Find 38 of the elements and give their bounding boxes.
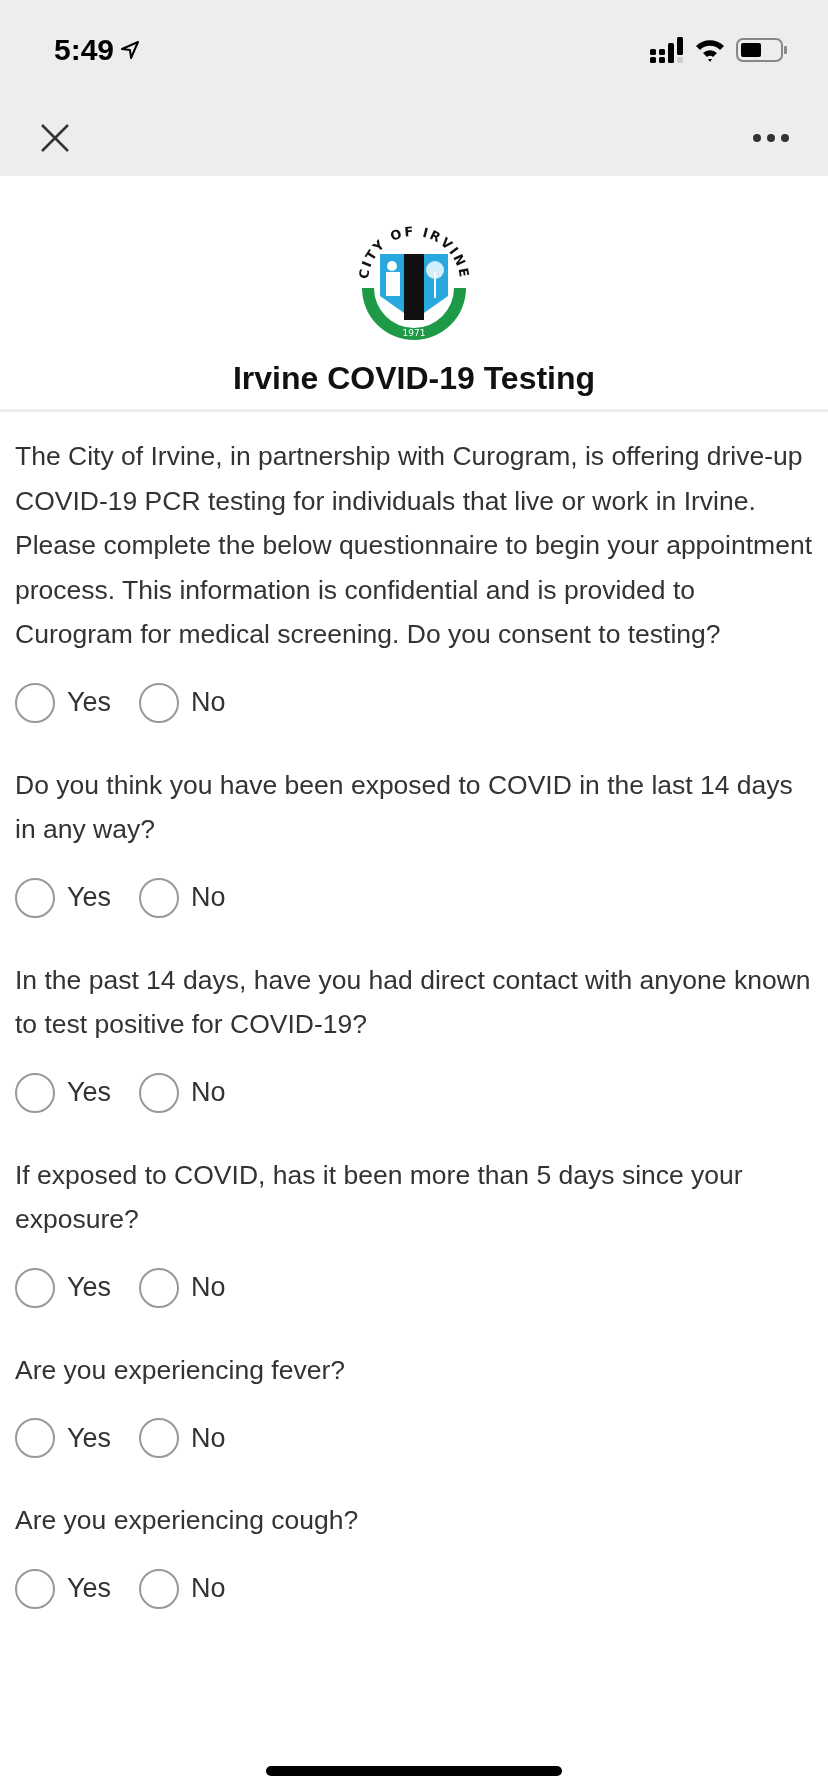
page-title: Irvine COVID-19 Testing bbox=[232, 360, 596, 397]
radio-option[interactable]: Yes bbox=[15, 1267, 112, 1308]
wifi-icon bbox=[694, 37, 726, 63]
radio-circle[interactable] bbox=[15, 1267, 55, 1308]
radio-option[interactable]: Yes bbox=[15, 682, 112, 723]
status-time: 5:49 bbox=[54, 33, 115, 67]
radio-circle[interactable] bbox=[139, 1418, 180, 1458]
question-text: The City of Irvine, in partnership with Curogram, is offering drive-up COVID-19 PCR testing for individuals that live or work in Irvine. Please complete the below questionnaire to begin your appointment process. This information is confidential and is provided to Curogram for medical screening. Do you consent to testing? bbox=[15, 440, 813, 651]
radio-option[interactable]: Yes bbox=[15, 1072, 112, 1113]
radio-option[interactable]: Yes bbox=[15, 877, 112, 918]
question-text: In the past 14 days, have you had direct contact with anyone known to test positive for COVID-19? bbox=[15, 963, 812, 1041]
radio-circle[interactable] bbox=[15, 682, 55, 723]
radio-circle[interactable] bbox=[15, 877, 55, 918]
radio-circle[interactable] bbox=[15, 1072, 55, 1113]
radio-option[interactable]: No bbox=[139, 1267, 226, 1308]
radio-circle[interactable] bbox=[139, 1072, 180, 1113]
question-text: Are you experiencing fever? bbox=[15, 1353, 346, 1387]
battery-icon bbox=[736, 37, 788, 63]
question-text: Do you think you have been exposed to COVID in the last 14 days in any way? bbox=[15, 768, 794, 846]
question-text: If exposed to COVID, has it been more than 5 days since your exposure? bbox=[15, 1158, 744, 1236]
question-text: Are you experiencing cough? bbox=[15, 1504, 360, 1537]
more-options-icon[interactable] bbox=[752, 133, 790, 143]
radio-circle[interactable] bbox=[139, 682, 180, 723]
location-arrow-icon bbox=[120, 40, 141, 60]
radio-circle[interactable] bbox=[139, 1267, 180, 1308]
radio-circle[interactable] bbox=[15, 1568, 55, 1609]
radio-option[interactable]: No bbox=[139, 682, 226, 723]
radio-circle[interactable] bbox=[15, 1418, 55, 1458]
radio-option[interactable]: No bbox=[139, 1418, 226, 1458]
radio-option[interactable]: No bbox=[139, 877, 226, 918]
radio-circle[interactable] bbox=[139, 877, 180, 918]
radio-option[interactable]: Yes bbox=[15, 1418, 112, 1458]
radio-option[interactable]: No bbox=[139, 1072, 226, 1113]
signal-icon bbox=[650, 37, 684, 63]
radio-option[interactable]: No bbox=[139, 1568, 226, 1609]
radio-circle[interactable] bbox=[139, 1568, 180, 1609]
radio-option[interactable]: Yes bbox=[15, 1568, 112, 1609]
close-icon[interactable] bbox=[40, 123, 70, 153]
